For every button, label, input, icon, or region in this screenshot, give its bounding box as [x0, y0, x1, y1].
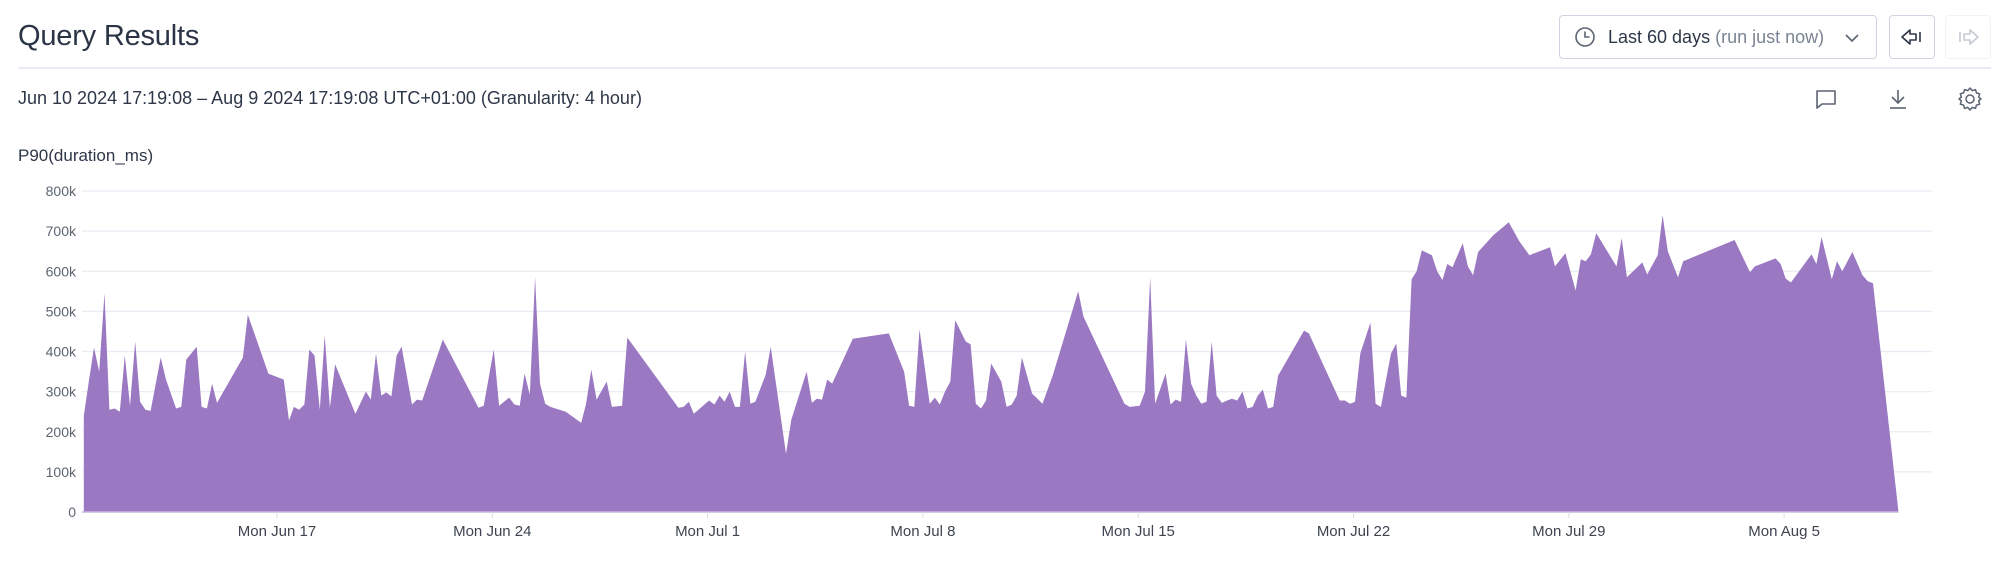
y-tick-label: 300k: [46, 384, 77, 400]
y-axis: 0 100k 200k 300k 400k 500k 600k 700k 800k: [46, 183, 77, 520]
x-tick-label: Mon Jul 29: [1532, 523, 1605, 540]
y-tick-label: 0: [68, 504, 76, 520]
series-area-p90-duration: [83, 215, 1899, 512]
x-tick-label: Mon Jun 17: [238, 523, 316, 540]
y-tick-label: 100k: [46, 464, 77, 480]
area-chart: 0 100k 200k 300k 400k 500k 600k 700k 800k Mon Ju…: [46, 183, 1932, 540]
x-tick-label: Mon Jul 22: [1317, 523, 1390, 540]
x-tick-label: Mon Aug 5: [1748, 523, 1820, 540]
y-tick-label: 800k: [46, 183, 77, 199]
x-tick-label: Mon Jul 1: [675, 523, 740, 540]
x-tick-label: Mon Jul 8: [890, 523, 955, 540]
y-tick-label: 700k: [46, 223, 77, 239]
y-tick-label: 500k: [46, 303, 77, 319]
y-tick-label: 200k: [46, 424, 77, 440]
x-axis: Mon Jun 17 Mon Jun 24 Mon Jul 1 Mon Jul 8 Mo…: [238, 512, 1820, 540]
x-tick-label: Mon Jun 24: [453, 523, 531, 540]
y-tick-label: 600k: [46, 263, 77, 279]
y-tick-label: 400k: [46, 344, 77, 360]
x-tick-label: Mon Jul 15: [1102, 523, 1175, 540]
